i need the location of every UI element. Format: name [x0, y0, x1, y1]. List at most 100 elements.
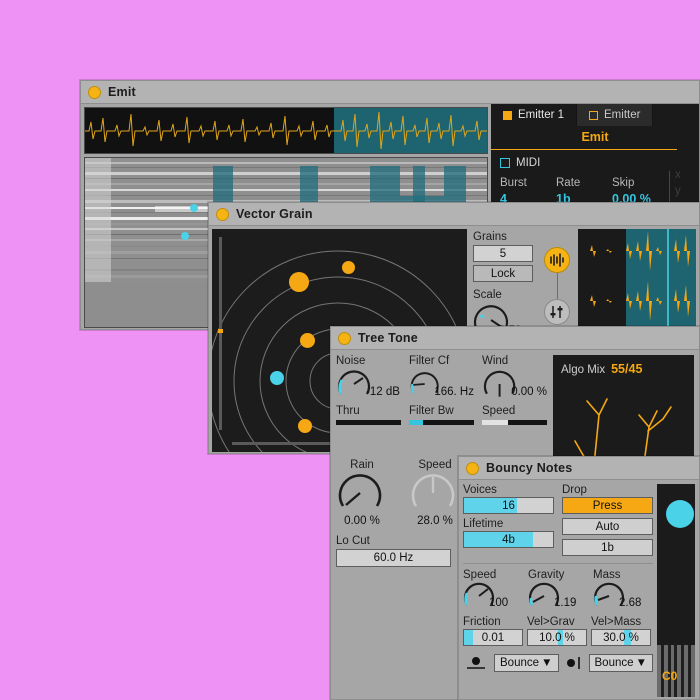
lifetime-value: 4b	[502, 533, 515, 546]
slider-speed-label: Speed	[482, 405, 516, 417]
vector-grain-v-slider[interactable]	[219, 237, 222, 430]
field-lo-cut-value[interactable]: 60.0 Hz	[336, 549, 451, 567]
emitter-tabs[interactable]: Emitter 1 Emitter	[491, 104, 699, 126]
knob-speed2-value: 28.0 %	[417, 515, 453, 527]
tab-emitter-1[interactable]: Emitter 1	[491, 104, 578, 126]
drop-rate-field[interactable]: 1b	[562, 539, 653, 556]
power-toggle-icon[interactable]	[338, 331, 351, 345]
chevron-down-icon: ▼	[541, 657, 553, 669]
slider-filter-bw-track[interactable]	[409, 420, 474, 425]
midi-row[interactable]: MIDI	[491, 150, 699, 169]
knob-speed2-dial[interactable]	[409, 472, 457, 514]
knob-noise[interactable]: Noise -12 dB	[336, 355, 401, 400]
emit-param-row: Burst 4 Rate 1b Skip 0.00 % x y	[491, 169, 699, 212]
grain-node-active[interactable]	[270, 371, 284, 385]
drop-auto-button[interactable]: Auto	[562, 518, 653, 535]
knob-gravity-value: 1.19	[554, 597, 577, 609]
field-vel-mass-value-wrap[interactable]: 30.0 %	[591, 629, 651, 646]
chevron-down-icon: ▼	[635, 657, 647, 669]
dropdown-bounce-1-value: Bounce	[500, 657, 540, 669]
grain-node[interactable]	[289, 272, 309, 292]
voices-field[interactable]: 16	[463, 497, 554, 514]
faders-view-icon[interactable]	[544, 299, 570, 325]
bn-field-row: Friction 0.01 Vel>Grav 10.0 % Vel>Mass 3…	[463, 616, 653, 646]
vector-grain-v-slider-handle[interactable]	[218, 329, 223, 333]
knob-mass[interactable]: Mass 2.68	[593, 569, 651, 611]
knob-filter-cf[interactable]: Filter Cf 166. Hz	[409, 355, 474, 400]
bouncy-notes-device-window[interactable]: Bouncy Notes Voices 16 Lifetime 4b Drop …	[458, 456, 700, 700]
modulation-source-icon-2[interactable]	[564, 657, 584, 669]
emit-waveform-graphic	[85, 111, 487, 150]
field-friction-value-wrap[interactable]: 0.01	[463, 629, 523, 646]
spectrogram-grain-dot	[181, 232, 189, 240]
grain-node[interactable]	[300, 333, 315, 348]
vg-wave-graphic	[588, 229, 696, 329]
grain-node[interactable]	[342, 261, 355, 274]
bouncy-notes-visualizer[interactable]: C0	[657, 484, 695, 697]
knob-bn-speed[interactable]: Speed 100	[463, 569, 521, 611]
knob-gravity[interactable]: Gravity 1.19	[528, 569, 586, 611]
knob-mass-label: Mass	[593, 569, 621, 581]
knob-filter-cf-label: Filter Cf	[409, 355, 450, 367]
dropdown-bounce-2-value: Bounce	[594, 657, 634, 669]
field-friction-value: 0.01	[481, 631, 505, 644]
bouncy-notes-titlebar[interactable]: Bouncy Notes	[459, 457, 699, 480]
slider-thru-label: Thru	[336, 405, 360, 417]
grain-node[interactable]	[298, 419, 312, 433]
tab-emitter-1-label: Emitter 1	[518, 109, 565, 121]
bn-divider	[463, 563, 653, 564]
emit-waveform-strip[interactable]	[84, 107, 488, 154]
field-friction-label: Friction	[463, 616, 501, 628]
field-lo-cut-label: Lo Cut	[336, 535, 370, 547]
bouncy-notes-title: Bouncy Notes	[486, 461, 573, 475]
field-lo-cut[interactable]: Lo Cut 60.0 Hz	[336, 535, 451, 567]
drop-label: Drop	[562, 484, 587, 496]
drop-press-button[interactable]: Press	[562, 497, 653, 514]
param-y-label: y	[675, 185, 681, 197]
dropdown-bounce-1[interactable]: Bounce ▼	[494, 654, 559, 672]
field-vel-mass-label: Vel>Mass	[591, 616, 642, 628]
slider-speed[interactable]: Speed	[482, 405, 547, 425]
midi-checkbox[interactable]	[500, 158, 510, 168]
slider-thru-track[interactable]	[336, 420, 401, 425]
power-toggle-icon[interactable]	[466, 461, 479, 475]
tree-tone-titlebar[interactable]: Tree Tone	[331, 327, 699, 350]
power-toggle-icon[interactable]	[216, 207, 229, 221]
tab-emitter-2[interactable]: Emitter	[577, 104, 654, 126]
dropdown-bounce-2[interactable]: Bounce ▼	[588, 654, 653, 672]
field-vel-grav-label: Vel>Grav	[527, 616, 575, 628]
knob-wind-label: Wind	[482, 355, 509, 367]
modulation-source-icon-1[interactable]	[463, 656, 489, 670]
lock-button[interactable]: Lock	[473, 265, 533, 282]
waveform-view-icon[interactable]	[544, 247, 570, 273]
emit-title: Emit	[108, 85, 136, 99]
knob-rain-dial[interactable]	[336, 472, 384, 514]
slider-speed-track[interactable]	[482, 420, 547, 425]
grains-field[interactable]: 5	[473, 245, 533, 262]
knob-rain[interactable]: Rain 0.00 %	[336, 459, 401, 527]
bn-drop-col: Drop Press Auto 1b	[562, 484, 653, 560]
knob-wind[interactable]: Wind 0.00 %	[482, 355, 547, 400]
bouncy-notes-controls: Voices 16 Lifetime 4b Drop Press Auto 1b…	[463, 484, 653, 697]
emitter-inactive-icon	[589, 110, 599, 120]
field-vel-mass[interactable]: Vel>Mass 30.0 %	[591, 616, 651, 646]
field-vel-grav[interactable]: Vel>Grav 10.0 %	[527, 616, 587, 646]
param-x-label: x	[675, 169, 681, 181]
field-vel-mass-value: 30.0 %	[603, 631, 639, 644]
keyboard-note-label: C0	[662, 669, 678, 683]
vector-grain-titlebar[interactable]: Vector Grain	[209, 203, 699, 226]
power-toggle-icon[interactable]	[88, 85, 101, 99]
tree-tone-title: Tree Tone	[358, 331, 418, 345]
field-vel-grav-value-wrap[interactable]: 10.0 %	[527, 629, 587, 646]
slider-thru[interactable]: Thru	[336, 405, 401, 425]
knob-mass-value: 2.68	[619, 597, 642, 609]
emit-titlebar[interactable]: Emit	[81, 81, 699, 104]
field-friction[interactable]: Friction 0.01	[463, 616, 523, 646]
bn-top-row: Voices 16 Lifetime 4b Drop Press Auto 1b	[463, 484, 653, 560]
voices-value: 16	[502, 499, 515, 512]
toggle-connector	[556, 273, 558, 299]
knob-wind-value: 0.00 %	[511, 386, 547, 398]
lifetime-field[interactable]: 4b	[463, 531, 554, 548]
slider-filter-bw[interactable]: Filter Bw	[409, 405, 474, 425]
knob-noise-label: Noise	[336, 355, 366, 367]
